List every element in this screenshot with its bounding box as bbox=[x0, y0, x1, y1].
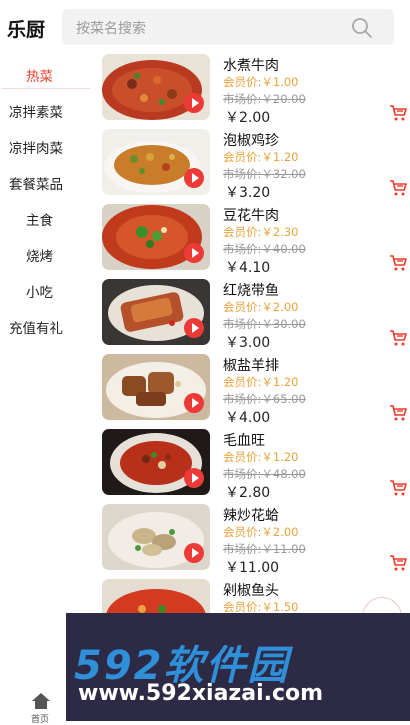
play-icon[interactable] bbox=[184, 243, 204, 263]
market-price: 市场价:￥65.00 bbox=[223, 392, 306, 406]
price: ￥3.00 bbox=[225, 335, 271, 351]
price: ￥4.10 bbox=[225, 260, 271, 276]
dish-thumbnail[interactable] bbox=[102, 204, 210, 270]
cart-icon[interactable] bbox=[389, 104, 407, 122]
watermark-url: www.592xiazai.com bbox=[78, 681, 324, 706]
play-icon[interactable] bbox=[184, 543, 204, 563]
dish-name: 毛血旺 bbox=[223, 433, 265, 449]
cart-icon[interactable] bbox=[389, 179, 407, 197]
watermark-banner: 592软件园 www.592xiazai.com bbox=[66, 613, 410, 721]
play-icon[interactable] bbox=[184, 93, 204, 113]
header: 乐厨 按菜名搜索 bbox=[0, 0, 410, 54]
cart-icon[interactable] bbox=[389, 254, 407, 272]
dish-thumbnail[interactable] bbox=[102, 54, 210, 120]
active-indicator bbox=[2, 88, 90, 89]
market-price: 市场价:￥32.00 bbox=[223, 167, 306, 181]
dish-name: 豆花牛肉 bbox=[223, 208, 279, 224]
sidebar-item-label: 烧烤 bbox=[26, 249, 53, 265]
tab-bar: 首页 bbox=[0, 684, 66, 725]
list-item[interactable]: 豆花牛肉 会员价:￥2.30 市场价:￥40.00 ￥4.10 bbox=[102, 204, 410, 276]
price: ￥11.00 bbox=[225, 560, 280, 576]
list-item[interactable]: 辣炒花蛤 会员价:￥2.00 市场价:￥11.00 ￥11.00 bbox=[102, 504, 410, 576]
market-price: 市场价:￥48.00 bbox=[223, 467, 306, 481]
member-price: 会员价:￥2.00 bbox=[223, 525, 299, 539]
sidebar-item-label: 热菜 bbox=[26, 69, 53, 85]
play-icon[interactable] bbox=[184, 393, 204, 413]
member-price: 会员价:￥2.00 bbox=[223, 300, 299, 314]
price: ￥2.00 bbox=[225, 110, 271, 126]
sidebar-item-label: 套餐菜品 bbox=[9, 177, 63, 193]
home-icon[interactable] bbox=[31, 692, 51, 710]
category-sidebar: 热菜 凉拌素菜 凉拌肉菜 套餐菜品 主食 烧烤 小吃 充值有礼 bbox=[0, 54, 96, 684]
sidebar-item-snack[interactable]: 小吃 bbox=[0, 272, 96, 308]
search-icon[interactable] bbox=[350, 16, 374, 40]
sidebar-item-combo[interactable]: 套餐菜品 bbox=[0, 164, 96, 200]
app-title: 乐厨 bbox=[7, 19, 46, 41]
play-icon[interactable] bbox=[184, 318, 204, 338]
sidebar-item-bbq[interactable]: 烧烤 bbox=[0, 236, 96, 272]
dish-name: 剁椒鱼头 bbox=[223, 583, 279, 599]
member-price: 会员价:￥1.20 bbox=[223, 450, 299, 464]
play-icon[interactable] bbox=[184, 168, 204, 188]
sidebar-item-label: 主食 bbox=[26, 213, 53, 229]
cart-icon[interactable] bbox=[389, 404, 407, 422]
sidebar-item-label: 凉拌素菜 bbox=[9, 105, 63, 121]
sidebar-item-cold-meat[interactable]: 凉拌肉菜 bbox=[0, 128, 96, 164]
sidebar-item-label: 充值有礼 bbox=[9, 321, 63, 337]
dish-name: 红烧带鱼 bbox=[223, 283, 279, 299]
list-item[interactable]: 水煮牛肉 会员价:￥1.00 市场价:￥20.00 ￥2.00 bbox=[102, 54, 410, 126]
dish-thumbnail[interactable] bbox=[102, 504, 210, 570]
search-placeholder: 按菜名搜索 bbox=[76, 21, 146, 37]
sidebar-item-label: 凉拌肉菜 bbox=[9, 141, 63, 157]
market-price: 市场价:￥30.00 bbox=[223, 317, 306, 331]
sidebar-item-hot-dishes[interactable]: 热菜 bbox=[0, 56, 96, 92]
sidebar-item-staple[interactable]: 主食 bbox=[0, 200, 96, 236]
member-price: 会员价:￥1.00 bbox=[223, 75, 299, 89]
search-input[interactable]: 按菜名搜索 bbox=[62, 9, 394, 45]
play-icon[interactable] bbox=[184, 468, 204, 488]
member-price: 会员价:￥1.20 bbox=[223, 150, 299, 164]
dish-thumbnail[interactable] bbox=[102, 429, 210, 495]
cart-icon[interactable] bbox=[389, 554, 407, 572]
dish-thumbnail[interactable] bbox=[102, 354, 210, 420]
list-item[interactable]: 椒盐羊排 会员价:￥1.20 市场价:￥65.00 ￥4.00 bbox=[102, 354, 410, 426]
dish-thumbnail[interactable] bbox=[102, 129, 210, 195]
dish-name: 水煮牛肉 bbox=[223, 58, 279, 74]
tab-home[interactable]: 首页 bbox=[31, 712, 49, 725]
market-price: 市场价:￥20.00 bbox=[223, 92, 306, 106]
sidebar-item-cold-veg[interactable]: 凉拌素菜 bbox=[0, 92, 96, 128]
list-item[interactable]: 红烧带鱼 会员价:￥2.00 市场价:￥30.00 ￥3.00 bbox=[102, 279, 410, 351]
dish-name: 椒盐羊排 bbox=[223, 358, 279, 374]
dish-name: 辣炒花蛤 bbox=[223, 508, 279, 524]
list-item[interactable]: 毛血旺 会员价:￥1.20 市场价:￥48.00 ￥2.80 bbox=[102, 429, 410, 501]
list-item[interactable]: 泡椒鸡珍 会员价:￥1.20 市场价:￥32.00 ￥3.20 bbox=[102, 129, 410, 201]
cart-icon[interactable] bbox=[389, 479, 407, 497]
cart-icon[interactable] bbox=[389, 329, 407, 347]
dish-name: 泡椒鸡珍 bbox=[223, 133, 279, 149]
member-price: 会员价:￥2.30 bbox=[223, 225, 299, 239]
market-price: 市场价:￥40.00 bbox=[223, 242, 306, 256]
member-price: 会员价:￥1.20 bbox=[223, 375, 299, 389]
price: ￥3.20 bbox=[225, 185, 271, 201]
market-price: 市场价:￥11.00 bbox=[223, 542, 306, 556]
sidebar-item-label: 小吃 bbox=[26, 285, 53, 301]
sidebar-item-recharge[interactable]: 充值有礼 bbox=[0, 308, 96, 344]
dish-thumbnail[interactable] bbox=[102, 279, 210, 345]
price: ￥4.00 bbox=[225, 410, 271, 426]
price: ￥2.80 bbox=[225, 485, 271, 501]
